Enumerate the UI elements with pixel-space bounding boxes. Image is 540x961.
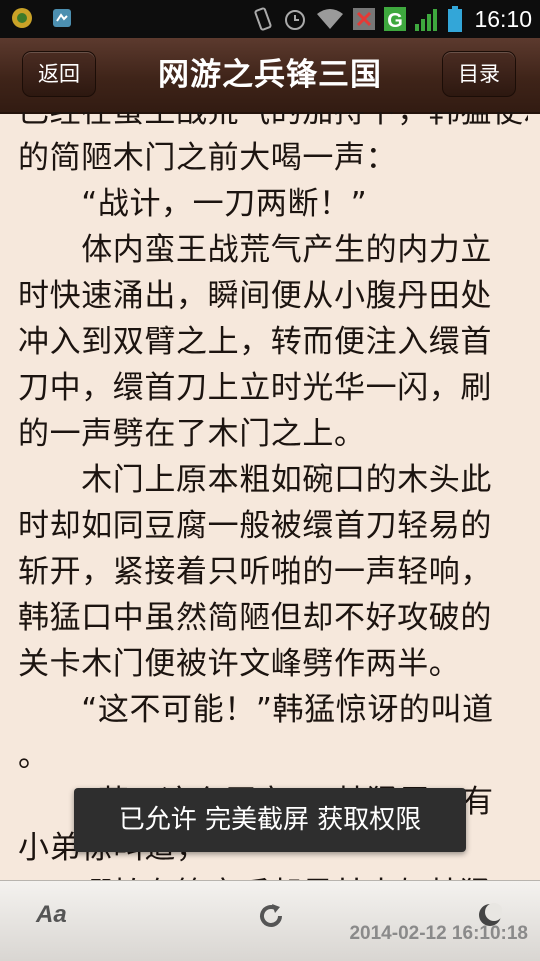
font-settings-button[interactable]: Aa [36, 901, 67, 929]
text-line: 体内蛮王战荒气产生的内力立 [18, 232, 492, 268]
text-line: 的简陋木门之前大喝一声： [18, 140, 398, 176]
vibrate-icon [254, 7, 272, 31]
text-line: 刀中，缳首刀上立时光华一闪，刷 [18, 370, 492, 406]
back-button[interactable]: 返回 [22, 51, 96, 97]
status-time: 16:10 [474, 6, 532, 32]
book-title: 网游之兵锋三国 [158, 57, 382, 93]
text-line: 斩开，紧接着只听啪的一声轻响， [18, 554, 492, 590]
reading-content[interactable]: 已经在蛮王战荒气的加持下，韩猛使冲向关卡 的简陋木门之前大喝一声： “战计，一刀… [18, 112, 528, 882]
title-bar: 返回 网游之兵锋三国 目录 [0, 38, 540, 114]
timestamp: 2014-02-12 16:10:18 [349, 923, 528, 944]
text-line: 时快速涌出，瞬间便从小腹丹田处 [18, 278, 492, 314]
refresh-icon[interactable] [256, 901, 286, 931]
signal-icon [415, 9, 438, 31]
permission-toast: 已允许 完美截屏 获取权限 [74, 788, 466, 852]
text-line: 木门上原本粗如碗口的木头此 [18, 462, 492, 498]
screenshot-app-icon [53, 9, 71, 27]
sim1-no-signal-icon [353, 8, 376, 30]
text-column: 已经在蛮王战荒气的加持下，韩猛使冲向关卡 的简陋木门之前大喝一声： “战计，一刀… [18, 112, 528, 882]
app-notification-icon [12, 8, 32, 28]
text-line: 冲入到双臂之上，转而便注入缳首 [18, 324, 492, 360]
network-type-icon: G [384, 7, 407, 32]
network-type-label: G [388, 10, 404, 32]
text-line: 韩猛口中虽然简陋但却不好攻破的 [18, 600, 492, 636]
wifi-icon [317, 9, 344, 29]
alarm-icon [285, 10, 306, 30]
text-line: 的一声劈在了木门之上。 [18, 416, 366, 452]
text-line: 已经在蛮王战荒气的加持下，韩猛使冲向关卡 [18, 112, 528, 130]
bottom-toolbar: Aa 2014-02-12 16:10:18 [0, 880, 540, 961]
text-line: “战计，一刀两断！” [18, 186, 368, 222]
text-line: “这不可能！”韩猛惊讶的叫道 [18, 692, 494, 728]
text-line: 时却如同豆腐一般被缳首刀轻易的 [18, 508, 492, 544]
status-bar: G 16:10 [0, 0, 540, 38]
text-line: 。 [18, 738, 50, 774]
text-line: 关卡木门便被许文峰劈作两半。 [18, 646, 461, 682]
table-of-contents-button[interactable]: 目录 [442, 51, 516, 97]
battery-icon [448, 6, 463, 32]
